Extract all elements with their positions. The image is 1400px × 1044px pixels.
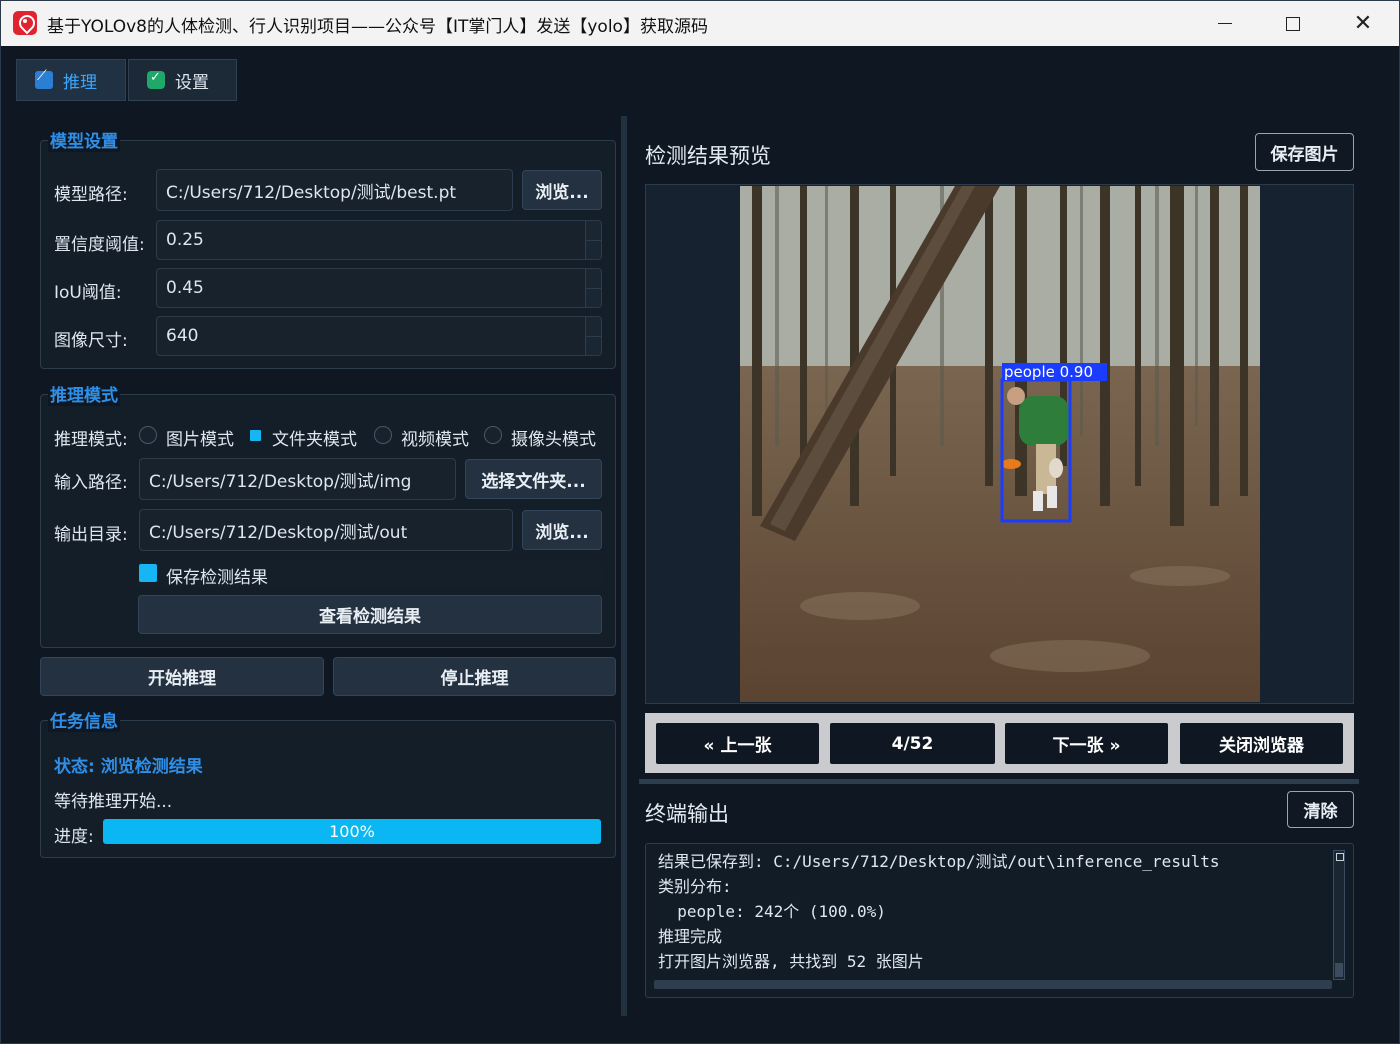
output-dir-input[interactable]: C:/Users/712/Desktop/测试/out — [139, 509, 513, 551]
iou-spin-arrows[interactable] — [585, 269, 601, 307]
progress-text: 100% — [329, 822, 375, 841]
save-results-checkbox[interactable] — [139, 564, 157, 582]
tab-inference-label: 推理 — [63, 72, 97, 93]
imgsz-spinbox[interactable]: 640 — [156, 316, 602, 356]
close-button[interactable]: ✕ — [1329, 1, 1397, 46]
iou-spinbox[interactable]: 0.45 — [156, 268, 602, 308]
status-text: 状态: 浏览检测结果 — [54, 757, 203, 777]
model-path-input[interactable]: C:/Users/712/Desktop/测试/best.pt — [156, 169, 513, 211]
tab-inference[interactable]: 推理 — [16, 59, 126, 101]
terminal-line: 类别分布: — [658, 877, 732, 896]
task-message: 等待推理开始... — [54, 792, 173, 812]
maximize-icon — [1286, 16, 1300, 31]
check-icon — [147, 70, 165, 89]
save-image-button[interactable]: 保存图片 — [1255, 133, 1354, 171]
conf-spinbox[interactable]: 0.25 — [156, 220, 602, 260]
window-title: 基于YOLOv8的人体检测、行人识别项目——公众号【IT掌门人】发送【yolo】… — [47, 17, 708, 37]
conf-value: 0.25 — [166, 230, 204, 250]
terminal-output[interactable]: 结果已保存到: C:/Users/712/Desktop/测试/out\infe… — [645, 843, 1354, 998]
imgsz-label: 图像尺寸: — [54, 331, 128, 351]
title-bar: 基于YOLOv8的人体检测、行人识别项目——公众号【IT掌门人】发送【yolo】… — [1, 1, 1399, 46]
next-image-button[interactable]: 下一张 » — [1005, 723, 1168, 764]
preview-frame: people 0.90 — [645, 184, 1354, 704]
terminal-title: 终端输出 — [645, 802, 729, 826]
model-path-label: 模型路径: — [54, 185, 128, 205]
progress-bar: 100% — [103, 819, 601, 844]
minimize-icon — [1218, 23, 1232, 24]
minimize-button[interactable] — [1191, 1, 1259, 46]
terminal-line: 打开图片浏览器, 共找到 52 张图片 — [658, 952, 924, 971]
close-icon: ✕ — [1353, 10, 1373, 36]
model-settings-title: 模型设置 — [48, 127, 120, 152]
save-results-label[interactable]: 保存检测结果 — [166, 563, 268, 588]
maximize-button[interactable] — [1259, 1, 1327, 46]
inference-mode-title: 推理模式 — [48, 381, 120, 406]
select-folder-button[interactable]: 选择文件夹... — [465, 459, 602, 499]
forest-scene: people 0.90 — [740, 186, 1260, 702]
terminal-vertical-scrollbar[interactable] — [1333, 850, 1345, 980]
radio-video-mode[interactable] — [374, 426, 392, 444]
terminal-horizontal-scrollbar[interactable] — [654, 980, 1332, 989]
panel-splitter[interactable] — [621, 116, 627, 1016]
image-mode-label[interactable]: 图片模式 — [166, 425, 234, 450]
prev-image-button[interactable]: « 上一张 — [656, 723, 819, 764]
terminal-lines: 结果已保存到: C:/Users/712/Desktop/测试/out\infe… — [658, 849, 1219, 974]
image-counter: 4/52 — [830, 723, 995, 764]
panel-divider[interactable] — [639, 779, 1359, 784]
radio-camera-mode[interactable] — [484, 426, 502, 444]
stop-inference-button[interactable]: 停止推理 — [333, 657, 616, 696]
tab-settings-label: 设置 — [175, 72, 209, 93]
app-window: 基于YOLOv8的人体检测、行人识别项目——公众号【IT掌门人】发送【yolo】… — [0, 0, 1400, 1044]
terminal-line: 结果已保存到: C:/Users/712/Desktop/测试/out\infe… — [658, 852, 1220, 871]
terminal-line: 推理完成 — [658, 927, 723, 946]
tab-settings[interactable]: 设置 — [128, 59, 237, 101]
model-browse-button[interactable]: 浏览... — [522, 170, 602, 210]
app-logo-icon — [13, 11, 37, 35]
task-info-title: 任务信息 — [48, 707, 120, 732]
clear-terminal-button[interactable]: 清除 — [1287, 791, 1354, 828]
video-mode-label[interactable]: 视频模式 — [401, 425, 469, 450]
radio-image-mode[interactable] — [139, 426, 157, 444]
conf-spin-arrows[interactable] — [585, 221, 601, 259]
progress-label: 进度: — [54, 827, 94, 847]
mode-label: 推理模式: — [54, 430, 128, 450]
iou-label: IoU阈值: — [54, 283, 122, 303]
chart-icon — [35, 68, 53, 89]
imgsz-spin-arrows[interactable] — [585, 317, 601, 355]
image-navigation-bar: « 上一张 4/52 下一张 » 关闭浏览器 — [645, 713, 1354, 773]
input-path-input[interactable]: C:/Users/712/Desktop/测试/img — [139, 458, 456, 500]
preview-image: people 0.90 — [740, 186, 1260, 702]
view-results-button[interactable]: 查看检测结果 — [138, 595, 602, 634]
radio-folder-mode[interactable] — [250, 430, 261, 441]
conf-label: 置信度阈值: — [54, 235, 145, 255]
terminal-line: people: 242个 (100.0%) — [658, 902, 886, 921]
output-dir-label: 输出目录: — [54, 525, 128, 545]
imgsz-value: 640 — [166, 326, 199, 346]
output-browse-button[interactable]: 浏览... — [522, 510, 602, 550]
input-path-label: 输入路径: — [54, 473, 128, 493]
iou-value: 0.45 — [166, 278, 204, 298]
folder-mode-label[interactable]: 文件夹模式 — [272, 425, 357, 450]
camera-mode-label[interactable]: 摄像头模式 — [511, 425, 596, 450]
start-inference-button[interactable]: 开始推理 — [40, 657, 324, 696]
close-browser-button[interactable]: 关闭浏览器 — [1180, 723, 1343, 764]
preview-title: 检测结果预览 — [645, 144, 771, 168]
detection-label: people 0.90 — [1004, 363, 1093, 381]
